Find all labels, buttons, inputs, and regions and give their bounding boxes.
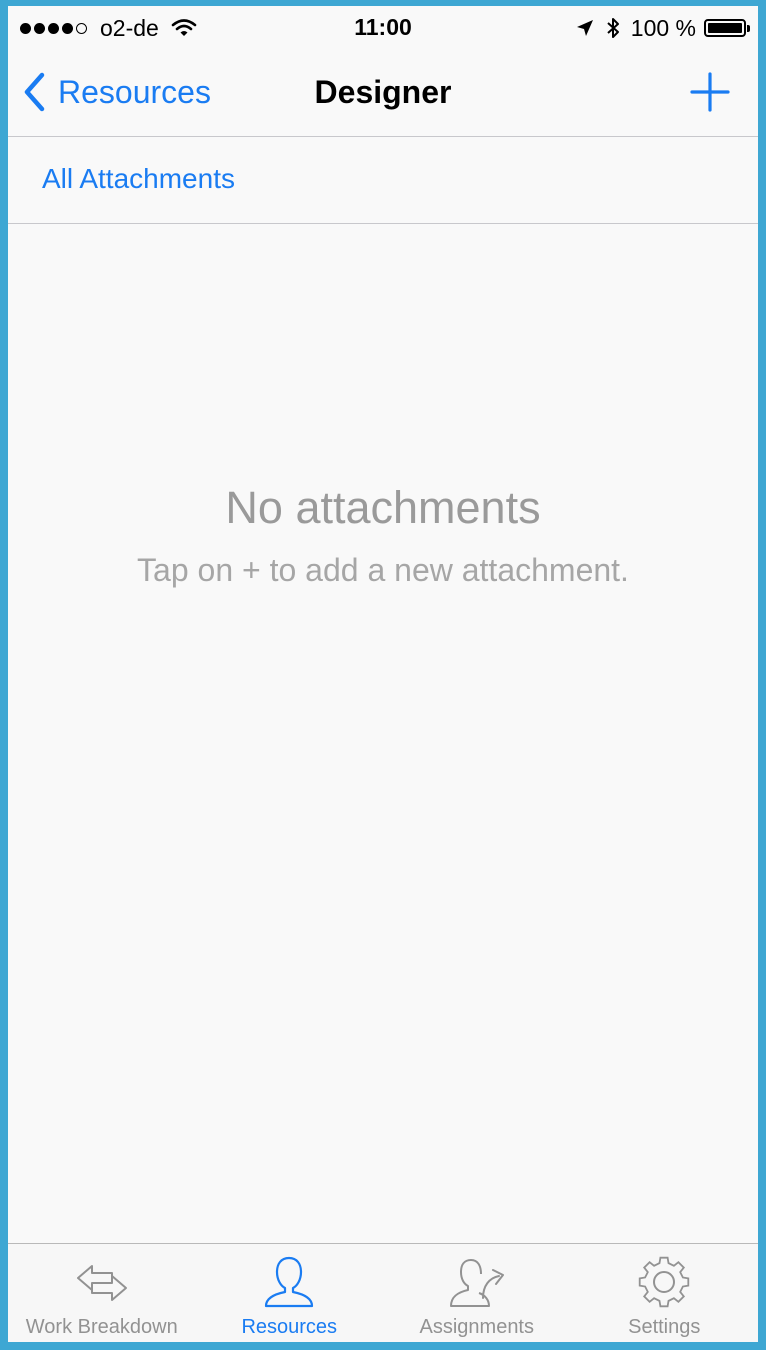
tab-label: Settings — [628, 1316, 701, 1338]
chevron-left-icon — [24, 72, 45, 112]
person-arrow-icon — [449, 1259, 504, 1307]
back-button-label: Resources — [58, 73, 211, 110]
tab-label: Assignments — [419, 1316, 535, 1338]
all-attachments-link[interactable]: All Attachments — [42, 163, 235, 195]
person-icon — [265, 1256, 314, 1308]
status-bar: o2-de 11:00 100 % — [8, 6, 758, 48]
empty-state-subtitle: Tap on + to add a new attachment. — [137, 552, 629, 588]
bluetooth-icon — [607, 18, 619, 38]
tab-work-breakdown[interactable]: Work Breakdown — [8, 1244, 196, 1342]
device-frame: o2-de 11:00 100 % Resources Designer All… — [0, 0, 766, 1350]
tab-resources[interactable]: Resources — [196, 1244, 384, 1342]
attachments-filter-row: All Attachments — [8, 137, 758, 224]
empty-state-title: No attachments — [225, 482, 541, 533]
battery-percent: 100 % — [630, 14, 696, 41]
tab-label: Work Breakdown — [25, 1316, 178, 1338]
add-attachment-button[interactable] — [690, 72, 730, 112]
plus-icon — [690, 72, 730, 112]
screen: o2-de 11:00 100 % Resources Designer All… — [8, 6, 758, 1342]
tab-assignments[interactable]: Assignments — [383, 1244, 571, 1342]
navigation-bar: Resources Designer — [8, 48, 758, 137]
tab-settings[interactable]: Settings — [571, 1244, 759, 1342]
status-right: 100 % — [575, 14, 750, 42]
location-arrow-icon — [576, 20, 593, 36]
battery-fill — [708, 23, 742, 33]
back-button[interactable]: Resources — [22, 70, 211, 114]
tab-bar: Work Breakdown Resources Assignments Set… — [8, 1243, 758, 1342]
tab-label: Resources — [241, 1316, 338, 1338]
arrows-exchange-icon — [76, 1265, 127, 1301]
gear-icon — [639, 1256, 690, 1308]
battery-icon — [704, 19, 750, 37]
